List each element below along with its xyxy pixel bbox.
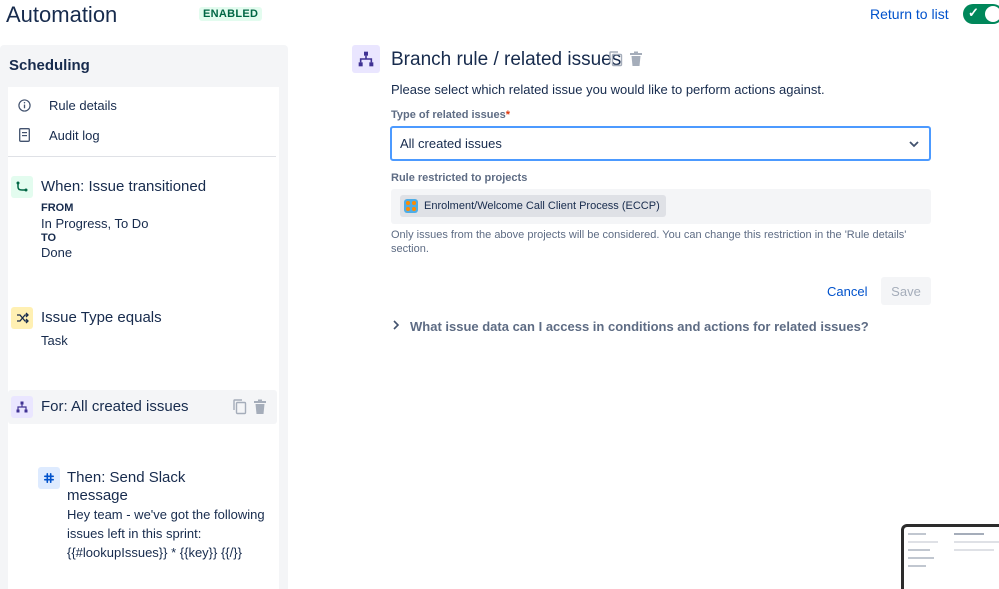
action-title-line1: Then: Send Slack: [67, 469, 186, 486]
page-title: Branch rule / related issues: [391, 49, 622, 70]
trigger-title: When: Issue transitioned: [41, 178, 207, 195]
sidebar-item-audit-log[interactable]: Audit log: [16, 127, 100, 143]
sidebar-item-label: Rule details: [49, 97, 117, 113]
chevron-down-icon: [909, 135, 919, 151]
issue-data-expander[interactable]: What issue data can I access in conditio…: [393, 319, 869, 334]
sidebar-item-label: Audit log: [49, 127, 100, 143]
rule-components-panel: Rule details Audit log When: Issue trans…: [8, 87, 279, 589]
app-title: Automation: [6, 2, 118, 27]
help-text: Only issues from the above projects will…: [391, 229, 907, 255]
copy-icon[interactable]: [609, 51, 623, 72]
return-to-list-link[interactable]: Return to list: [870, 6, 949, 22]
action-message-line3: {{#lookupIssues}} * {{key}} {{/}}: [67, 545, 242, 560]
condition-value: Task: [41, 333, 68, 348]
type-field-label-text: Type of related issues: [391, 109, 506, 121]
to-value: Done: [41, 245, 73, 260]
sidebar-item-rule-details[interactable]: Rule details: [16, 97, 117, 113]
branch-icon: [11, 396, 33, 418]
action-title-line2: message: [67, 487, 128, 504]
divider: [8, 156, 276, 157]
selected-value: All created issues: [400, 136, 502, 151]
condition-title: Issue Type equals: [41, 309, 162, 326]
save-button[interactable]: Save: [881, 277, 931, 305]
toggle-knob: [985, 6, 999, 22]
rule-enabled-toggle[interactable]: ✓: [963, 4, 999, 24]
status-badge: ENABLED: [199, 7, 263, 21]
project-avatar-icon: [404, 199, 418, 213]
copy-icon[interactable]: [233, 399, 247, 420]
required-mark: *: [505, 109, 511, 121]
document-icon: [16, 127, 32, 143]
branch-icon: [352, 45, 380, 73]
project-chip: Enrolment/Welcome Call Client Process (E…: [400, 195, 666, 217]
chevron-right-icon: [393, 320, 400, 333]
projects-field-label: Rule restricted to projects: [391, 172, 528, 184]
sidebar: Scheduling Rule details Audit log When: …: [0, 45, 288, 589]
check-icon: ✓: [968, 5, 979, 20]
cancel-button[interactable]: Cancel: [819, 277, 875, 305]
from-label: FROM: [41, 202, 74, 214]
type-field-label: Type of related issues*: [391, 109, 510, 121]
from-value: In Progress, To Do: [41, 216, 149, 231]
trash-icon[interactable]: [253, 399, 267, 420]
project-chip-label: Enrolment/Welcome Call Client Process (E…: [424, 200, 660, 212]
branch-title: For: All created issues: [41, 398, 189, 415]
shuffle-icon: [11, 307, 33, 329]
action-message-line2: issues left in this sprint:: [67, 526, 202, 541]
action-message-line1: Hey team - we've got the following: [67, 507, 265, 522]
sidebar-title: Scheduling: [9, 57, 90, 74]
screenshot-thumbnail[interactable]: [901, 524, 999, 589]
info-icon: [16, 97, 32, 113]
page-description: Please select which related issue you wo…: [391, 82, 825, 97]
trash-icon[interactable]: [629, 51, 643, 72]
expander-label: What issue data can I access in conditio…: [410, 319, 869, 334]
transition-icon: [11, 176, 33, 198]
branch-node[interactable]: For: All created issues: [8, 390, 277, 424]
slack-icon: [38, 467, 60, 489]
related-issue-type-select[interactable]: All created issues: [390, 126, 931, 161]
restricted-projects-box: Enrolment/Welcome Call Client Process (E…: [391, 189, 931, 224]
thumbnail-preview: [904, 527, 999, 589]
